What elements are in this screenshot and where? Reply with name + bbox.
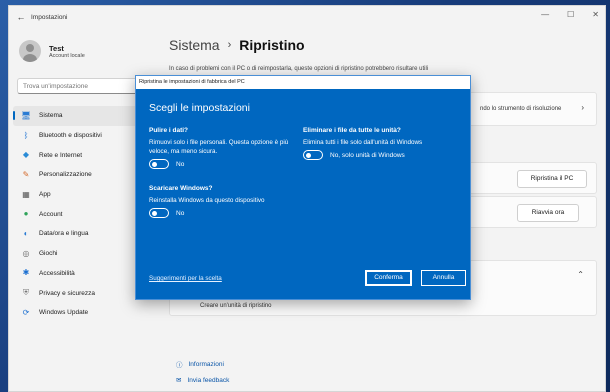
sidebar-item-privacy[interactable]: ⛨ Privacy e sicurezza [13, 283, 141, 303]
close-button[interactable]: ✕ [592, 10, 599, 19]
sidebar-item-sistema[interactable]: 🖥 Sistema [13, 106, 141, 126]
sidebar-item-label: Privacy e sicurezza [39, 289, 95, 297]
user-profile[interactable]: Test Account locale [19, 40, 85, 62]
delete-files-description: Elimina tutti i file solo dall'unità di … [303, 139, 423, 146]
search-input[interactable] [17, 78, 139, 94]
sidebar-item-data-ora[interactable]: ◐ Data/ora e lingua [13, 224, 141, 244]
apps-icon: ▦ [22, 189, 30, 199]
update-icon: ⟳ [22, 307, 30, 317]
sidebar: Test Account locale 🖥 Sistema ᛒ Bluetooth … [9, 28, 141, 391]
troubleshoot-text: ndo lo strumento di risoluzione [480, 106, 562, 112]
download-windows-toggle[interactable] [149, 208, 169, 218]
chevron-right-icon: › [227, 39, 232, 51]
page-description: In caso di problemi con il PC o di reimp… [169, 66, 429, 72]
sidebar-item-app[interactable]: ▦ App [13, 185, 141, 205]
download-windows-option: Scaricare Windows? Reinstalla Windows da… [149, 185, 319, 218]
clean-data-option: Pulire i dati? Rimuovi solo i file perso… [149, 127, 299, 169]
delete-files-toggle[interactable] [303, 150, 323, 160]
sidebar-item-label: Giochi [39, 250, 58, 258]
sidebar-item-giochi[interactable]: ◎ Giochi [13, 244, 141, 264]
chevron-up-icon: ⌃ [577, 270, 584, 279]
suggestions-link[interactable]: Suggerimenti per la scelta [149, 275, 222, 282]
reset-pc-button[interactable]: Ripristina il PC [517, 170, 587, 188]
help-links: ⓘ Informazioni ✉ Invia feedback [176, 356, 229, 388]
cancel-button[interactable]: Annulla [421, 270, 466, 286]
page-title: Ripristino [239, 37, 305, 53]
breadcrumb: Sistema › Ripristino [169, 37, 305, 53]
download-windows-toggle-label: No [176, 209, 185, 217]
info-link[interactable]: ⓘ Informazioni [176, 356, 229, 372]
sidebar-item-label: Accessibilità [39, 269, 75, 277]
sidebar-item-account[interactable]: ● Account [13, 204, 141, 224]
sidebar-item-label: Windows Update [39, 309, 89, 317]
delete-files-toggle-label: No, solo unità di Windows [330, 151, 405, 159]
feedback-icon: ✉ [176, 377, 182, 384]
dialog-heading: Scegli le impostazioni [149, 102, 250, 114]
account-type: Account locale [49, 52, 85, 59]
sidebar-item-bluetooth[interactable]: ᛒ Bluetooth e dispositivi [13, 126, 141, 146]
dialog-body: Scegli le impostazioni Pulire i dati? Ri… [136, 89, 470, 299]
delete-files-option: Eliminare i file da tutte le unità? Elim… [303, 127, 463, 160]
feedback-link[interactable]: ✉ Invia feedback [176, 372, 229, 388]
minimize-button[interactable]: — [541, 10, 549, 19]
sidebar-item-label: Bluetooth e dispositivi [39, 132, 102, 140]
bluetooth-icon: ᛒ [23, 130, 29, 140]
clean-data-description: Rimuovi solo i file personali. Questa op… [149, 139, 289, 155]
user-name: Test [49, 43, 64, 53]
recovery-drive-text: Creare un'unità di ripristino [200, 303, 272, 309]
globe-icon: ◐ [23, 228, 29, 238]
network-icon: ◆ [22, 150, 30, 160]
clean-data-toggle[interactable] [149, 159, 169, 169]
download-windows-question: Scaricare Windows? [149, 185, 213, 192]
brush-icon: ✎ [22, 169, 30, 179]
sidebar-item-accessibilita[interactable]: ✱ Accessibilità [13, 264, 141, 284]
account-icon: ● [23, 209, 29, 219]
dialog-title: Ripristina le impostazioni di fabbrica d… [136, 76, 470, 89]
info-link-label: Informazioni [188, 360, 224, 368]
monitor-icon: 🖥 [21, 110, 32, 120]
window-title: Impostazioni [31, 13, 68, 21]
restart-now-button[interactable]: Riavvia ora [517, 204, 579, 222]
download-windows-description: Reinstalla Windows da questo dispositivo [149, 197, 265, 204]
sidebar-item-label: Data/ora e lingua [39, 230, 89, 238]
delete-files-question: Eliminare i file da tutte le unità? [303, 127, 401, 134]
clean-data-toggle-label: No [176, 160, 185, 168]
maximize-button[interactable]: ☐ [567, 10, 574, 19]
sidebar-item-label: Rete e Internet [39, 151, 82, 159]
chevron-right-icon: › [581, 103, 584, 112]
info-icon: ⓘ [176, 362, 183, 369]
sidebar-item-label: Account [39, 210, 63, 218]
reset-pc-dialog: Ripristina le impostazioni di fabbrica d… [135, 75, 471, 300]
sidebar-item-rete[interactable]: ◆ Rete e Internet [13, 145, 141, 165]
title-bar: ← Impostazioni — ☐ ✕ [9, 6, 605, 28]
games-icon: ◎ [22, 248, 30, 258]
window-controls: — ☐ ✕ [541, 10, 599, 19]
sidebar-item-personalizzazione[interactable]: ✎ Personalizzazione [13, 165, 141, 185]
clean-data-question: Pulire i dati? [149, 127, 189, 134]
accessibility-icon: ✱ [22, 268, 30, 278]
sidebar-item-label: Personalizzazione [39, 171, 92, 179]
breadcrumb-parent[interactable]: Sistema [169, 37, 220, 53]
confirm-button[interactable]: Conferma [364, 269, 413, 287]
avatar [19, 40, 41, 62]
sidebar-item-windows-update[interactable]: ⟳ Windows Update [13, 303, 141, 323]
sidebar-item-label: App [39, 191, 51, 199]
shield-icon: ⛨ [23, 288, 29, 298]
back-arrow-icon[interactable]: ← [11, 12, 31, 22]
sidebar-item-label: Sistema [39, 112, 63, 120]
feedback-link-label: Invia feedback [187, 376, 230, 384]
sidebar-nav: 🖥 Sistema ᛒ Bluetooth e dispositivi ◆ Rete … [13, 106, 141, 323]
